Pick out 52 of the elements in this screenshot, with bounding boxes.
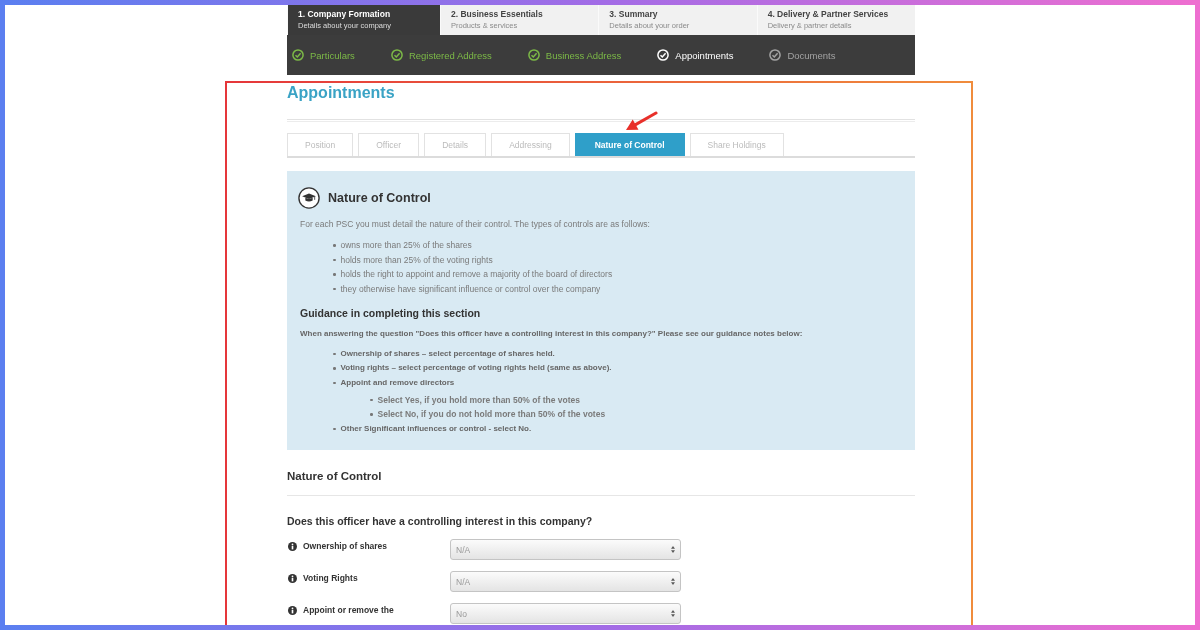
pointer-arrow <box>623 111 659 133</box>
form-heading: Nature of Control <box>287 469 383 484</box>
info-icon <box>288 541 297 551</box>
info-icon <box>288 605 297 615</box>
bullet-icon <box>370 398 373 401</box>
guidance-title: Guidance in completing this section <box>300 305 482 321</box>
list-item-text: they otherwise have significant influence or control over the company <box>340 282 601 296</box>
bullet-icon <box>333 427 336 430</box>
up-down-caret-icon <box>671 546 675 553</box>
up-down-caret-icon <box>671 610 675 617</box>
field-label: Ownership of shares <box>303 541 388 551</box>
graduation-cap-icon <box>298 187 320 209</box>
list-item-text: holds more than 25% of the voting rights <box>340 253 493 267</box>
list-item-text: Voting rights – select percentage of voting rights held (same as above). <box>340 362 612 374</box>
dropdown[interactable]: No <box>450 603 681 624</box>
up-down-caret-icon <box>671 578 675 585</box>
bullet-icon <box>333 352 336 355</box>
progress-step[interactable]: Documents <box>769 49 836 61</box>
progress-step[interactable]: Registered Address <box>390 49 492 61</box>
field-label: Appoint or remove the <box>303 605 394 615</box>
panel-title: Nature of Control <box>328 191 431 205</box>
list-item-text: Select No, if you do not hold more than 50% of the votes <box>377 408 606 421</box>
intro-text: For each PSC you must detail the nature of their control. The types of controls are as follows: <box>300 218 651 231</box>
check-circle-icon <box>657 49 670 61</box>
info-icon <box>288 573 297 583</box>
list-item-text: Appoint and remove directors <box>340 376 455 389</box>
tab[interactable]: Nature of Control <box>574 133 685 156</box>
field-label: Voting Rights <box>303 573 358 583</box>
check-circle-icon <box>292 49 304 61</box>
progress-step[interactable]: Business Address <box>527 49 622 61</box>
dropdown[interactable]: N/A <box>450 571 681 592</box>
question-text: Does this officer have a controlling interest in this company? <box>287 514 594 529</box>
bullet-icon <box>333 381 336 384</box>
list-item-text: Other Significant influences or control - select No. <box>340 422 532 435</box>
check-circle-icon <box>769 49 782 61</box>
list-item-text: holds the right to appoint and remove a majority of the board of directors <box>340 268 613 281</box>
list-item-text: owns more than 25% of the shares <box>340 239 472 252</box>
bullet-icon <box>333 258 336 261</box>
bullet-icon <box>333 244 336 247</box>
bullet-icon <box>333 287 336 290</box>
check-circle-icon <box>527 49 540 61</box>
progress-step[interactable]: Particulars <box>292 49 355 61</box>
progress-step[interactable]: Appointments <box>657 49 734 61</box>
check-circle-icon <box>390 49 403 61</box>
bullet-icon <box>333 367 336 370</box>
section-heading: Appointments <box>287 83 396 103</box>
list-item-text: Ownership of shares – select percentage of shares held. <box>340 347 555 360</box>
guidance-text: When answering the question "Does this officer have a controlling interest in this company?" Please see our guidance notes below: <box>300 327 804 340</box>
list-item-text: Select Yes, if you hold more than 50% of the votes <box>377 393 580 407</box>
bullet-icon <box>370 413 373 416</box>
bullet-icon <box>333 273 336 276</box>
dropdown[interactable]: N/A <box>450 539 681 560</box>
